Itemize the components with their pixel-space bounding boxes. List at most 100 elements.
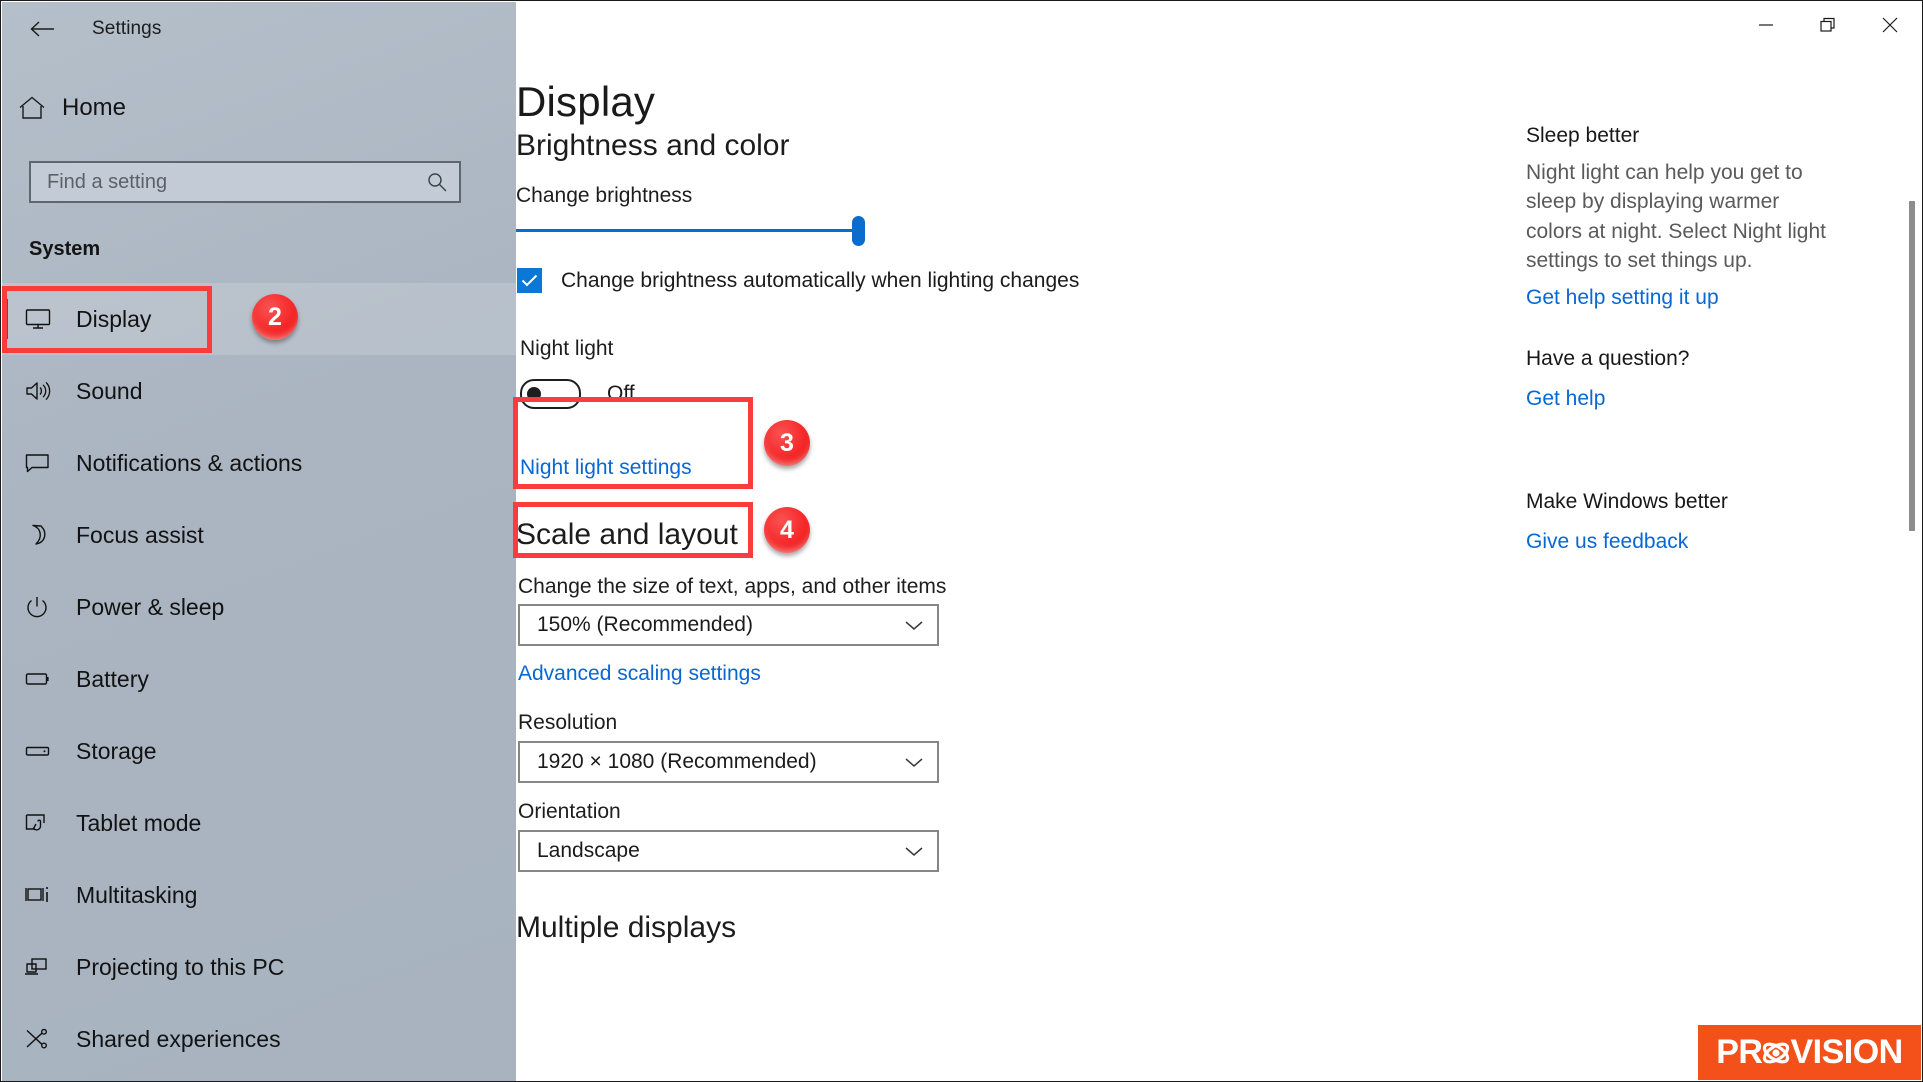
callout-badge-4: 4 bbox=[764, 507, 810, 553]
chevron-down-icon bbox=[904, 619, 924, 631]
info-block-have-a-question: Have a question? Get help bbox=[1526, 347, 1826, 411]
info-body: Night light can help you get to sleep by… bbox=[1526, 161, 1826, 273]
provision-swirl-icon bbox=[1761, 1036, 1791, 1070]
scale-label: Change the size of text, apps, and other… bbox=[518, 575, 947, 598]
tablet-icon bbox=[24, 811, 70, 835]
get-help-link[interactable]: Get help bbox=[1526, 387, 1605, 411]
share-icon bbox=[24, 1027, 70, 1051]
scrollbar-thumb[interactable] bbox=[1909, 201, 1915, 531]
chat-icon bbox=[24, 451, 70, 475]
orientation-dropdown-value: Landscape bbox=[537, 839, 640, 862]
sidebar-item-label: Projecting to this PC bbox=[76, 953, 285, 980]
get-help-setting-it-up-link[interactable]: Get help setting it up bbox=[1526, 286, 1719, 310]
sidebar-item-battery[interactable]: Battery bbox=[2, 643, 516, 715]
callout-badge-3: 3 bbox=[764, 420, 810, 466]
drive-icon bbox=[24, 739, 70, 763]
sidebar-item-label: Multitasking bbox=[76, 881, 198, 908]
resolution-dropdown[interactable]: 1920 × 1080 (Recommended) bbox=[518, 741, 939, 783]
brightness-and-color-heading: Brightness and color bbox=[516, 129, 790, 162]
orientation-label: Orientation bbox=[518, 800, 621, 823]
page-title: Display bbox=[516, 78, 656, 125]
callout-badge-2: 2 bbox=[252, 294, 298, 340]
content-scrollbar[interactable] bbox=[1903, 56, 1921, 1080]
sidebar-item-power-sleep[interactable]: Power & sleep bbox=[2, 571, 516, 643]
sidebar-item-label: Display bbox=[76, 305, 152, 332]
sidebar-nav-list: Display Sound Notifications & actions Fo… bbox=[2, 283, 516, 1075]
night-light-toggle-knob bbox=[527, 387, 541, 401]
provision-logo-text: PR VISION bbox=[1716, 1033, 1903, 1072]
chevron-down-icon bbox=[904, 845, 924, 857]
sidebar-item-focus-assist[interactable]: Focus assist bbox=[2, 499, 516, 571]
search-box[interactable] bbox=[29, 161, 461, 203]
night-light-label: Night light bbox=[520, 337, 614, 360]
sidebar-item-notifications-actions[interactable]: Notifications & actions bbox=[2, 427, 516, 499]
sidebar-item-home-label: Home bbox=[62, 94, 127, 121]
sidebar-item-home[interactable]: Home bbox=[2, 82, 482, 134]
sidebar-item-tablet-mode[interactable]: Tablet mode bbox=[2, 787, 516, 859]
brightness-slider-thumb[interactable] bbox=[852, 216, 865, 246]
home-icon bbox=[2, 95, 62, 121]
give-us-feedback-link[interactable]: Give us feedback bbox=[1526, 530, 1688, 554]
close-button[interactable] bbox=[1859, 2, 1921, 48]
sidebar-item-sound[interactable]: Sound bbox=[2, 355, 516, 427]
sidebar-item-label: Tablet mode bbox=[76, 809, 202, 836]
restore-button[interactable] bbox=[1797, 2, 1859, 48]
sidebar-section-label: System bbox=[29, 238, 101, 260]
search-icon[interactable] bbox=[415, 163, 459, 201]
provision-watermark: PR VISION bbox=[1698, 1025, 1921, 1080]
monitor-icon bbox=[24, 307, 70, 331]
advanced-scaling-settings-link[interactable]: Advanced scaling settings bbox=[518, 662, 761, 686]
sidebar-item-multitasking[interactable]: Multitasking bbox=[2, 859, 516, 931]
sidebar-item-label: Battery bbox=[76, 665, 149, 692]
sidebar-item-projecting-to-this-pc[interactable]: Projecting to this PC bbox=[2, 931, 516, 1003]
auto-brightness-row[interactable]: Change brightness automatically when lig… bbox=[517, 268, 1079, 293]
sidebar-item-label: Storage bbox=[76, 737, 157, 764]
info-heading: Have a question? bbox=[1526, 347, 1690, 370]
scale-dropdown[interactable]: 150% (Recommended) bbox=[518, 604, 939, 646]
auto-brightness-checkbox[interactable] bbox=[517, 268, 542, 293]
info-block-sleep-better: Sleep better Night light can help you ge… bbox=[1526, 124, 1826, 310]
info-heading: Sleep better bbox=[1526, 124, 1640, 147]
search-input[interactable] bbox=[31, 169, 415, 195]
scale-and-layout-heading: Scale and layout bbox=[516, 518, 738, 551]
brightness-slider[interactable] bbox=[516, 214, 866, 248]
brightness-slider-track bbox=[516, 229, 862, 232]
minimize-button[interactable] bbox=[1735, 2, 1797, 48]
orientation-dropdown[interactable]: Landscape bbox=[518, 830, 939, 872]
chevron-down-icon bbox=[904, 756, 924, 768]
provision-brand-post: VISION bbox=[1790, 1033, 1903, 1071]
sidebar-item-storage[interactable]: Storage bbox=[2, 715, 516, 787]
speaker-icon bbox=[24, 379, 70, 403]
sidebar-item-label: Focus assist bbox=[76, 521, 204, 548]
night-light-toggle-row[interactable]: Off bbox=[520, 379, 635, 409]
night-light-toggle[interactable] bbox=[520, 379, 581, 409]
provision-brand-pre: PR bbox=[1716, 1033, 1763, 1071]
info-heading: Make Windows better bbox=[1526, 490, 1728, 513]
back-button[interactable] bbox=[14, 7, 70, 51]
multiple-displays-heading: Multiple displays bbox=[516, 911, 737, 944]
sidebar-item-shared-experiences[interactable]: Shared experiences bbox=[2, 1003, 516, 1075]
sidebar-item-label: Power & sleep bbox=[76, 593, 225, 620]
sidebar-item-label: Shared experiences bbox=[76, 1025, 281, 1052]
window-controls bbox=[516, 2, 1921, 56]
resolution-label: Resolution bbox=[518, 711, 618, 734]
sidebar-item-label: Notifications & actions bbox=[76, 449, 303, 476]
window-titlebar-left: Settings bbox=[2, 2, 516, 56]
multitask-icon bbox=[24, 883, 70, 907]
settings-window: Settings Home System bbox=[0, 0, 1923, 1082]
window-title: Settings bbox=[92, 18, 162, 39]
info-block-make-windows-better: Make Windows better Give us feedback bbox=[1526, 490, 1846, 554]
sidebar-item-label: Sound bbox=[76, 377, 143, 404]
project-icon bbox=[24, 955, 70, 979]
night-light-state: Off bbox=[607, 382, 635, 405]
battery-icon bbox=[24, 667, 70, 691]
resolution-dropdown-value: 1920 × 1080 (Recommended) bbox=[537, 750, 817, 773]
moon-icon bbox=[24, 523, 70, 547]
scale-dropdown-value: 150% (Recommended) bbox=[537, 613, 753, 636]
night-light-group: Night light Off bbox=[520, 337, 635, 409]
change-brightness-label: Change brightness bbox=[516, 184, 693, 207]
auto-brightness-label: Change brightness automatically when lig… bbox=[561, 268, 1080, 292]
night-light-settings-link[interactable]: Night light settings bbox=[520, 456, 692, 480]
sidebar: Settings Home System bbox=[2, 2, 516, 1081]
power-icon bbox=[24, 595, 70, 619]
